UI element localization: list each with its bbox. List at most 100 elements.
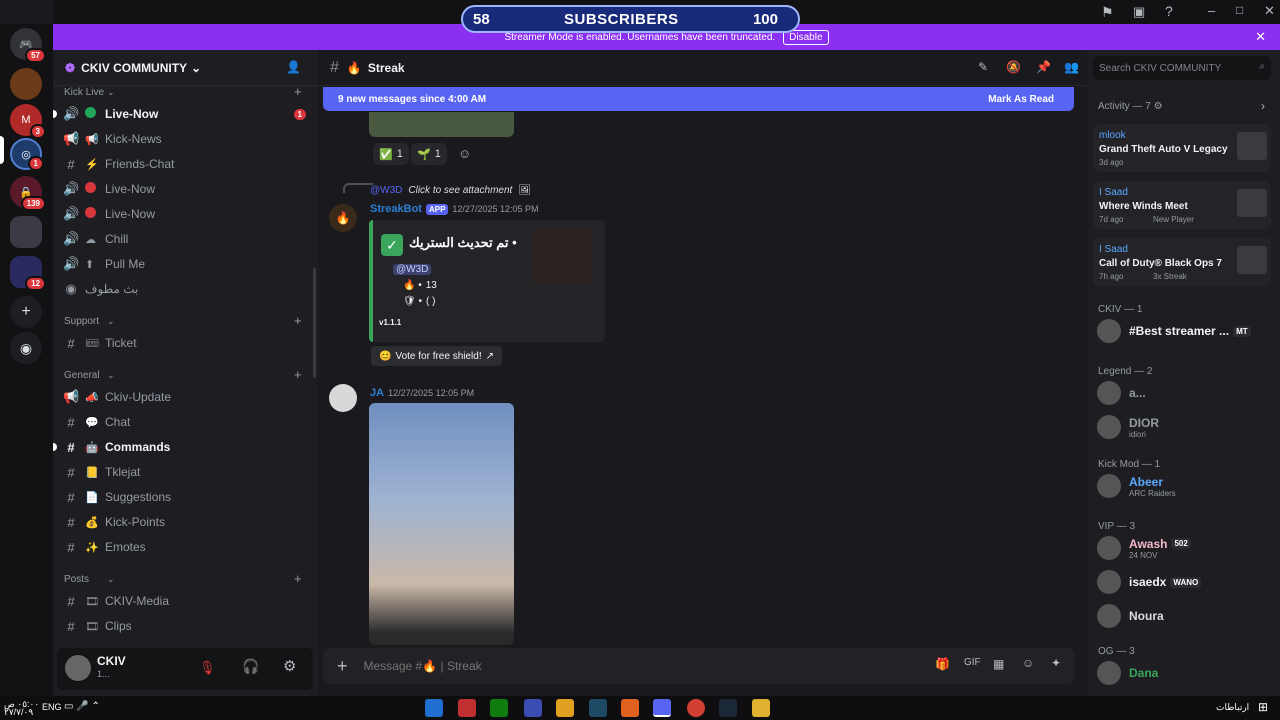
add-server-icon[interactable]: +	[10, 296, 42, 328]
help-icon[interactable]: ?	[1165, 3, 1173, 19]
emoji-picker-icon[interactable]: ☺	[1022, 656, 1034, 670]
reply-preview[interactable]: @W3D Click to see attachment 🖼	[370, 185, 531, 196]
channel-live-now[interactable]: 🔊 Live-Now	[63, 178, 308, 200]
add-reaction-icon[interactable]: ☺	[458, 146, 471, 161]
category-posts[interactable]: Posts	[64, 574, 89, 585]
maximize-icon[interactable]: □	[1236, 3, 1243, 17]
gif-icon[interactable]: GIF	[964, 657, 981, 668]
channel-suggestions[interactable]: # 📄 Suggestions	[63, 486, 308, 508]
server-header[interactable]: ❁ CKIV COMMUNITY ⌄ 👤	[53, 50, 318, 86]
chevron-right-icon[interactable]: ›	[1261, 99, 1265, 113]
windows-start-icon[interactable]: ⊞	[1258, 700, 1268, 714]
home-icon[interactable]: 🎮 57	[10, 28, 46, 63]
channel-kick-points[interactable]: # 💰 Kick-Points	[63, 511, 308, 533]
steam-icon[interactable]	[719, 699, 737, 717]
apps-icon[interactable]: ✦	[1051, 656, 1061, 670]
server-icon-1[interactable]	[10, 68, 42, 100]
app-icon-5[interactable]	[556, 699, 574, 717]
category-kick-live[interactable]: Kick Live	[64, 87, 104, 98]
channel-commands[interactable]: # 🤖 Commands	[53, 436, 308, 458]
new-messages-bar[interactable]: 9 new messages since 4:00 AM Mark As Rea…	[323, 87, 1074, 111]
headphones-icon[interactable]: 🎧	[242, 658, 259, 675]
channel-pull-me[interactable]: 🔊 ⬆ Pull Me	[63, 253, 308, 275]
close-window-icon[interactable]: ✕	[1264, 3, 1275, 19]
channel-ckiv-update[interactable]: 📢 📣 Ckiv-Update	[63, 386, 308, 408]
channel-ticket[interactable]: # 🎟 Ticket	[63, 332, 308, 354]
channel-chat[interactable]: # 💬 Chat	[63, 411, 308, 433]
search-box[interactable]: Search CKIV COMMUNITY ⌕	[1093, 56, 1271, 80]
mark-as-read-button[interactable]: Mark As Read	[988, 94, 1054, 105]
reaction-check[interactable]: ✅ 1	[373, 143, 409, 165]
member-row[interactable]: #Best streamer ... MT	[1097, 318, 1273, 344]
create-channel-icon[interactable]: +	[294, 571, 302, 586]
file-explorer-icon[interactable]	[752, 699, 770, 717]
chrome-icon[interactable]	[687, 699, 705, 717]
app-icon-7[interactable]	[621, 699, 639, 717]
activity-card[interactable]: I Saad Where Winds Meet 7d ago New Player	[1093, 181, 1271, 229]
notifications-text[interactable]: ارتباطات	[1216, 702, 1249, 713]
member-row[interactable]: Awash 502 24 NOV	[1097, 535, 1273, 561]
inbox-icon[interactable]: ⚑	[1101, 4, 1114, 21]
app-icon-4[interactable]	[524, 699, 542, 717]
member-list-icon[interactable]: 👥	[1064, 60, 1079, 74]
embed-thumbnail[interactable]	[533, 228, 591, 286]
activity-card[interactable]: mlook Grand Theft Auto V Legacy 3d ago	[1093, 124, 1271, 172]
xbox-icon[interactable]	[490, 699, 508, 717]
channel-ckiv-media[interactable]: # 🎞 CKIV-Media	[63, 590, 308, 612]
sky-image-attachment[interactable]	[369, 403, 514, 645]
server-folder-icon[interactable]: 🔒 139	[10, 176, 46, 211]
minimize-icon[interactable]: –	[1208, 3, 1215, 18]
category-support[interactable]: Support	[64, 316, 99, 327]
server-icon-ckiv[interactable]: ◎ 1	[10, 138, 44, 171]
threads-icon[interactable]: ✎	[978, 60, 988, 74]
embed-mention[interactable]: @W3D	[393, 264, 432, 275]
channel-live-now[interactable]: 🔊 Live-Now 1	[53, 103, 308, 125]
member-row[interactable]: DIOR idiori	[1097, 414, 1273, 440]
streakbot-avatar[interactable]: 🔥	[329, 204, 357, 232]
channel-friends-chat[interactable]: # ⚡ Friends-Chat	[63, 153, 308, 175]
avatar[interactable]	[65, 655, 91, 681]
member-row[interactable]: Abeer ARC Raiders	[1097, 473, 1273, 499]
server-icon-2[interactable]: M3	[10, 104, 46, 139]
ja-avatar[interactable]	[329, 384, 357, 412]
create-channel-icon[interactable]: +	[294, 367, 302, 382]
app-icon-6[interactable]	[589, 699, 607, 717]
pin-icon[interactable]: 📌	[1036, 60, 1051, 74]
channel-live-now[interactable]: 🔊 Live-Now	[63, 203, 308, 225]
screen-share-icon[interactable]: ▣	[1133, 4, 1145, 20]
discord-taskbar-icon[interactable]	[653, 699, 671, 717]
reaction-plant[interactable]: 🌱 1	[411, 143, 447, 165]
app-icon-2[interactable]	[458, 699, 476, 717]
clock[interactable]: ٠٥:٠٠ ص ٢٧/٧/٠٩	[4, 700, 39, 717]
create-channel-icon[interactable]: +	[294, 313, 302, 328]
channel-clips[interactable]: # 🎞 Clips	[63, 615, 308, 637]
discover-icon[interactable]: ◉	[10, 332, 42, 364]
channel-tklejat[interactable]: # 📒 Tklejat	[63, 461, 308, 483]
author-name[interactable]: StreakBot	[370, 203, 422, 215]
channel-kick-news[interactable]: 📢 📢 Kick-News	[63, 128, 308, 150]
server-folder-3-icon[interactable]: 12	[10, 256, 46, 291]
member-row[interactable]: a...	[1097, 380, 1273, 406]
invite-people-icon[interactable]: 👤	[286, 60, 301, 74]
sticker-icon[interactable]: ▦	[993, 657, 1004, 671]
mute-mic-icon[interactable]: 🎙	[199, 660, 216, 676]
server-folder-2-icon[interactable]	[10, 216, 42, 248]
activity-card[interactable]: I Saad Call of Duty® Black Ops 7 7h ago 3x …	[1093, 238, 1271, 286]
tray-icons[interactable]: ▭ 🎤 ⌃	[64, 701, 100, 712]
image-attachment[interactable]	[369, 112, 514, 137]
app-icon-1[interactable]	[425, 699, 443, 717]
scrollbar[interactable]	[313, 268, 316, 378]
close-banner-icon[interactable]: ✕	[1255, 29, 1266, 45]
member-row[interactable]: Noura	[1097, 603, 1273, 629]
message-input[interactable]	[363, 659, 784, 673]
member-row[interactable]: Dana	[1097, 660, 1273, 686]
channel-emotes[interactable]: # ✨ Emotes	[63, 536, 308, 558]
channel-بث-مطوف[interactable]: ◉ بث مطوف	[63, 278, 308, 300]
notifications-icon[interactable]: 🔕	[1006, 60, 1021, 74]
member-row[interactable]: isaedx WANO	[1097, 569, 1273, 595]
language-indicator[interactable]: ENG	[42, 702, 62, 712]
add-attachment-icon[interactable]: +	[337, 656, 348, 677]
settings-gear-icon[interactable]: ⚙	[283, 657, 296, 675]
vote-button[interactable]: 😊 Vote for free shield! ↗	[371, 346, 503, 366]
create-channel-icon[interactable]: +	[294, 84, 302, 99]
